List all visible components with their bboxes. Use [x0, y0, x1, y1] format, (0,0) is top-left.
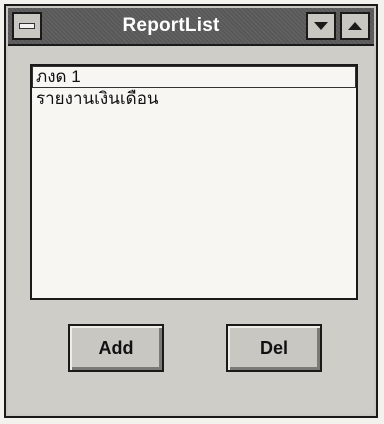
title-bar[interactable]: ReportList: [8, 8, 374, 46]
system-menu-icon: [19, 23, 35, 29]
list-item[interactable]: รายงานเงินเดือน: [32, 88, 356, 110]
report-listbox[interactable]: ภงด 1 รายงานเงินเดือน: [30, 64, 358, 300]
report-list-window: ReportList ภงด 1 รายงานเงินเดือน Add Del: [4, 4, 378, 418]
system-menu-button[interactable]: [12, 12, 42, 40]
add-button[interactable]: Add: [68, 324, 164, 372]
minimize-arrow-down-icon: [314, 22, 328, 30]
maximize-button[interactable]: [340, 12, 370, 40]
window-title: ReportList: [122, 15, 220, 36]
client-area: ภงด 1 รายงานเงินเดือน Add Del: [8, 46, 374, 414]
list-item[interactable]: ภงด 1: [32, 66, 356, 88]
del-button[interactable]: Del: [226, 324, 322, 372]
minimize-button[interactable]: [306, 12, 336, 40]
maximize-arrow-up-icon: [348, 22, 362, 30]
